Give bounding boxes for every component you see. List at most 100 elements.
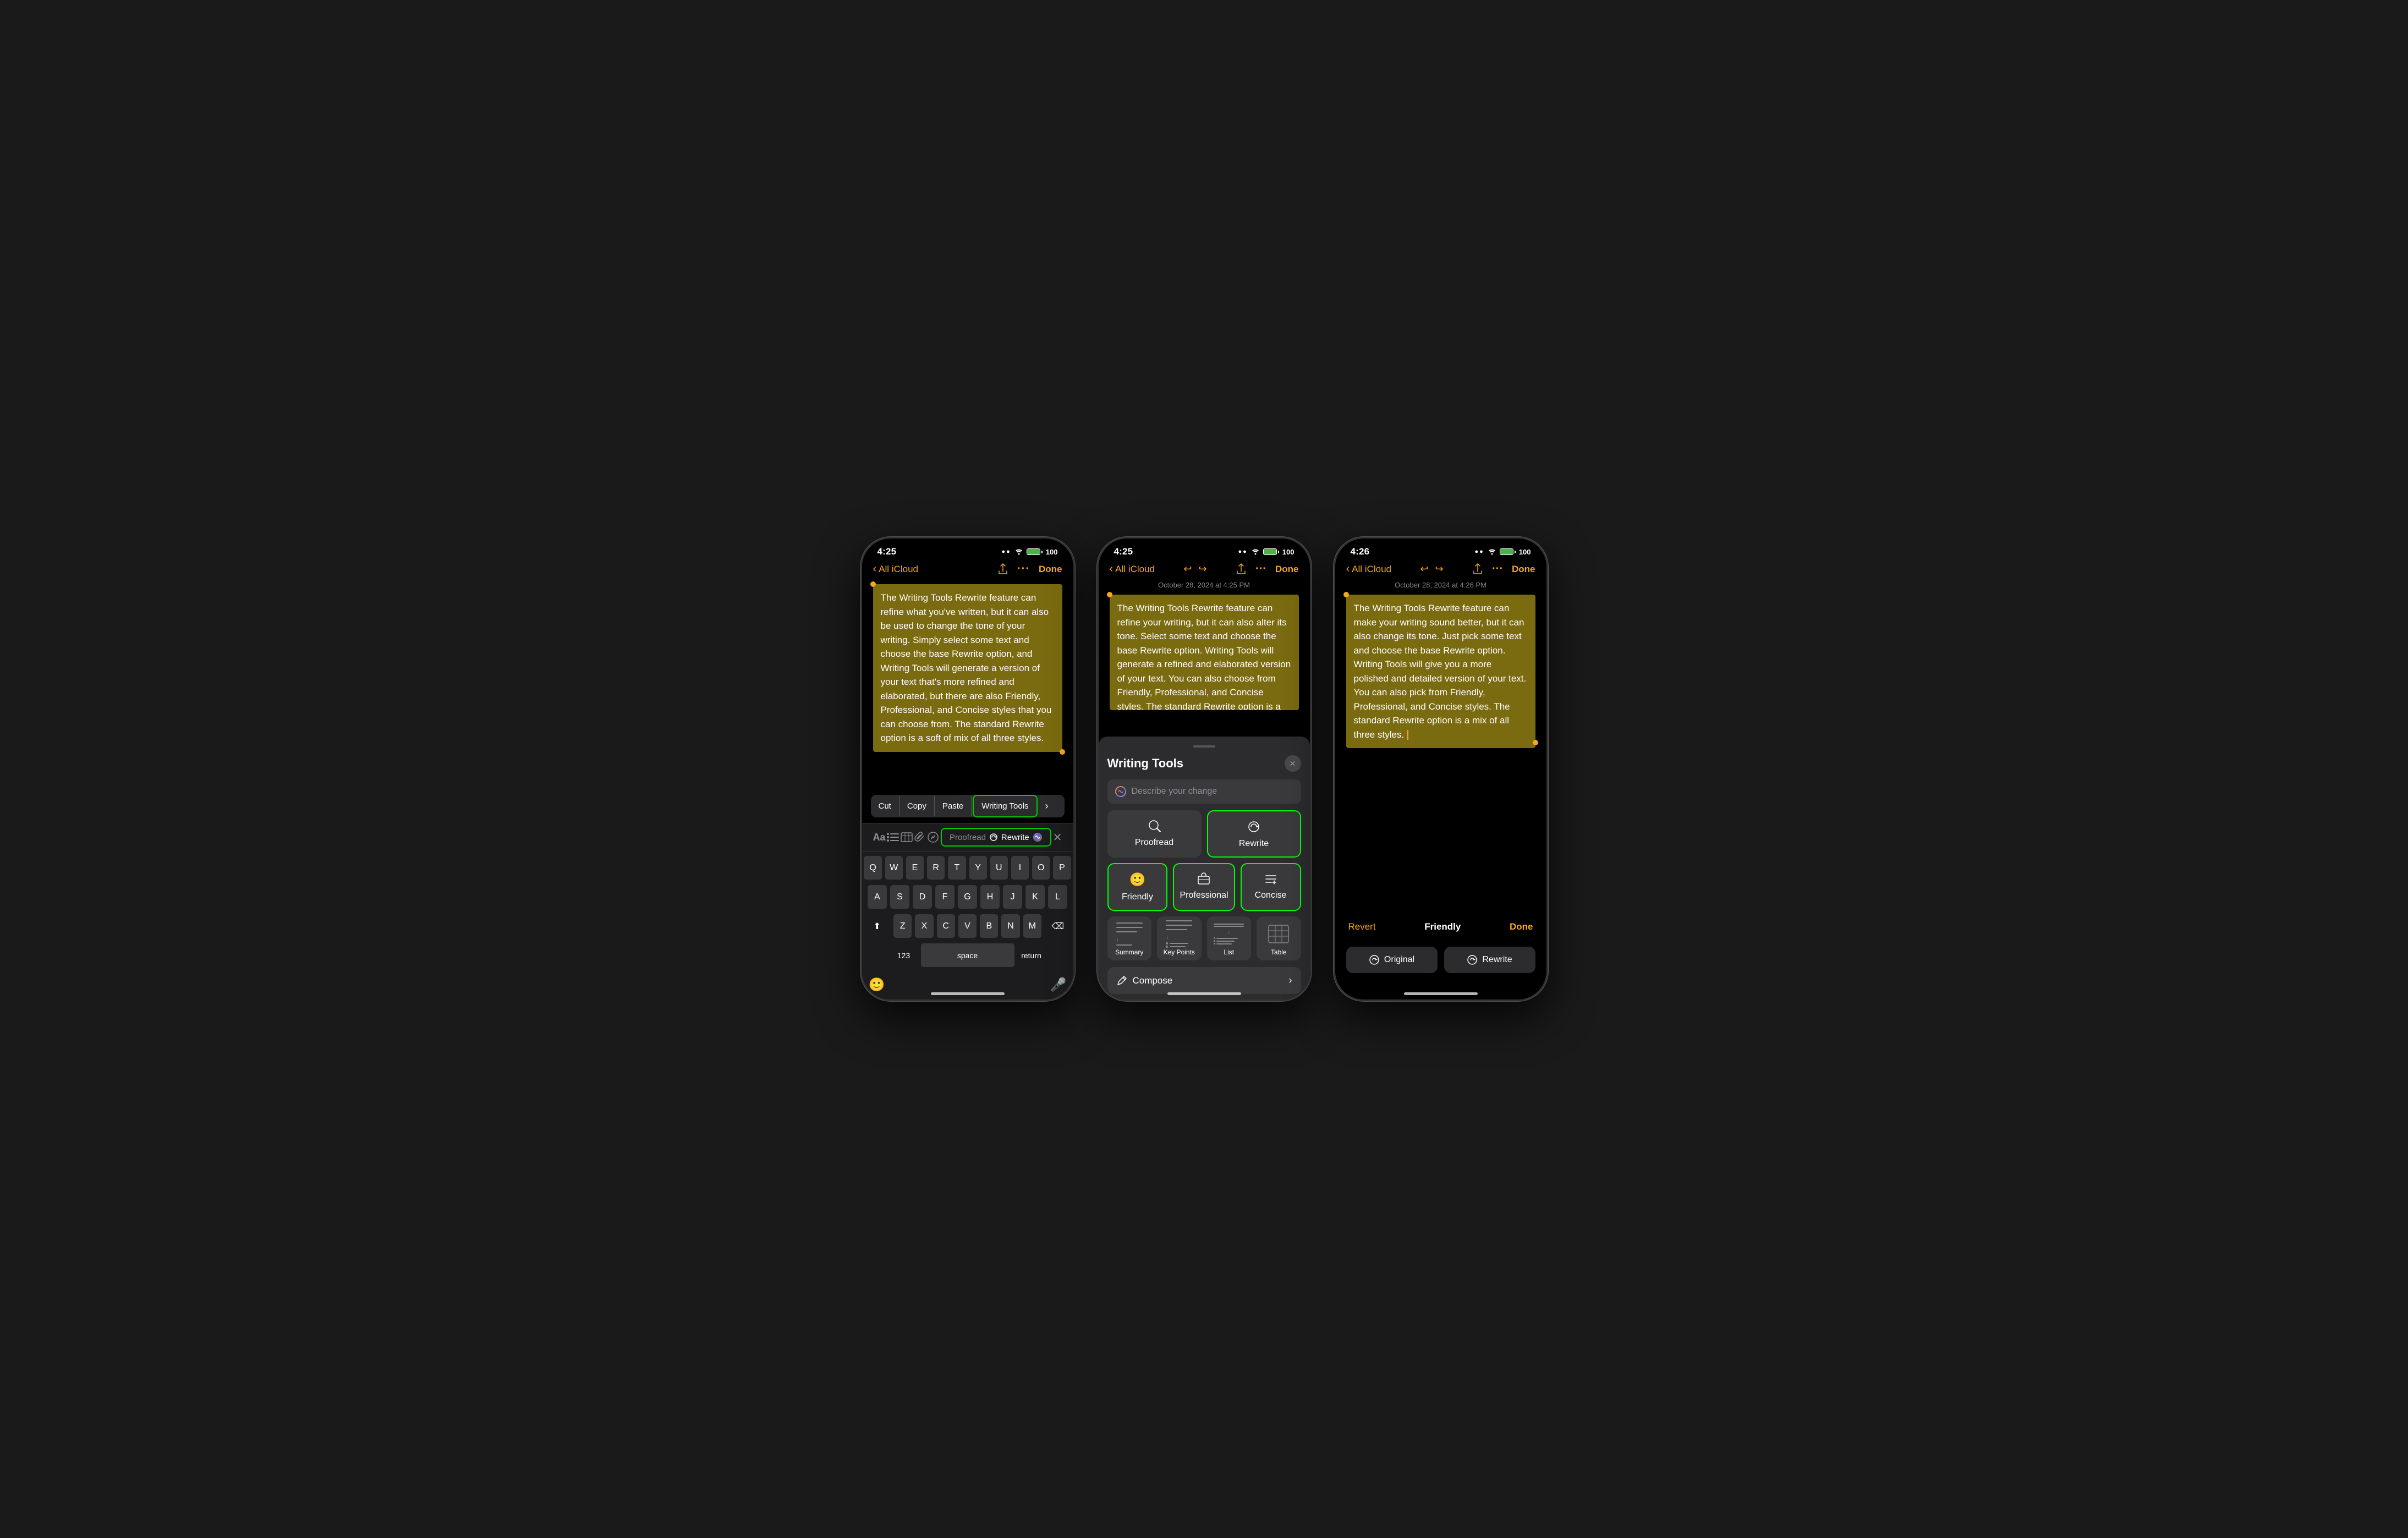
toolbar-1: Aa bbox=[862, 823, 1073, 852]
key-return[interactable]: return bbox=[1018, 943, 1045, 967]
context-paste-1[interactable]: Paste bbox=[935, 796, 972, 816]
key-v[interactable]: V bbox=[958, 914, 977, 938]
undo-icon-2[interactable]: ↩ bbox=[1183, 563, 1192, 575]
context-copy-1[interactable]: Copy bbox=[899, 796, 935, 816]
key-t[interactable]: T bbox=[948, 856, 966, 880]
more-icon-2[interactable]: ··· bbox=[1255, 563, 1266, 575]
status-icons-1: ●●●● 100 bbox=[992, 548, 1057, 556]
tools-tone-grid-2: 🙂 Friendly Professional bbox=[1107, 863, 1301, 911]
rewrite-label-1[interactable]: Rewrite bbox=[1001, 833, 1029, 842]
text-area-3: The Writing Tools Rewrite feature can ma… bbox=[1335, 595, 1546, 748]
aa-icon-1: Aa bbox=[873, 832, 886, 843]
home-indicator-3 bbox=[1404, 992, 1478, 995]
attach-icon-1[interactable] bbox=[914, 831, 925, 843]
key-l[interactable]: L bbox=[1048, 885, 1067, 909]
done-button-1[interactable]: Done bbox=[1039, 564, 1062, 575]
list-label-2: List bbox=[1224, 948, 1234, 956]
proofread-button-2[interactable]: Proofread bbox=[1107, 810, 1202, 858]
more-icon-3[interactable]: ··· bbox=[1492, 563, 1503, 575]
context-cut-1[interactable]: Cut bbox=[871, 796, 899, 816]
list-button-2[interactable]: ↓ List bbox=[1207, 916, 1252, 960]
professional-icon-2 bbox=[1197, 872, 1211, 886]
key-a[interactable]: A bbox=[868, 885, 887, 909]
key-e[interactable]: E bbox=[906, 856, 924, 880]
status-icons-3: ●●●● 100 bbox=[1465, 548, 1531, 556]
back-button-1[interactable]: ‹ All iCloud bbox=[873, 563, 918, 575]
back-label-2[interactable]: All iCloud bbox=[1115, 564, 1155, 575]
back-button-3[interactable]: ‹ All iCloud bbox=[1346, 563, 1391, 575]
key-points-label-2: Key Points bbox=[1164, 948, 1195, 956]
text-block-2[interactable]: The Writing Tools Rewrite feature can re… bbox=[1110, 595, 1299, 710]
share-icon-1[interactable] bbox=[997, 563, 1008, 575]
professional-button-2[interactable]: Professional bbox=[1173, 863, 1235, 911]
rewrite-btn-3[interactable]: Rewrite bbox=[1444, 947, 1535, 973]
key-points-button-2[interactable]: ↓ Key Points bbox=[1157, 916, 1202, 960]
rewrite-button-2[interactable]: Rewrite bbox=[1207, 810, 1301, 858]
text-block-3[interactable]: The Writing Tools Rewrite feature can ma… bbox=[1346, 595, 1535, 748]
describe-input-2[interactable]: Describe your change bbox=[1107, 779, 1301, 804]
time-1: 4:25 bbox=[877, 546, 897, 557]
concise-button-2[interactable]: Concise bbox=[1241, 863, 1301, 911]
key-delete[interactable]: ⌫ bbox=[1045, 914, 1071, 938]
context-writing-tools-1[interactable]: Writing Tools bbox=[973, 795, 1037, 817]
key-h[interactable]: H bbox=[980, 885, 1000, 909]
key-u[interactable]: U bbox=[990, 856, 1008, 880]
original-button-3[interactable]: Original bbox=[1346, 947, 1438, 973]
key-s[interactable]: S bbox=[890, 885, 909, 909]
back-chevron-2: ‹ bbox=[1110, 563, 1114, 575]
back-label-1[interactable]: All iCloud bbox=[879, 564, 918, 575]
key-q[interactable]: Q bbox=[864, 856, 881, 880]
compose-label-2: Compose bbox=[1133, 975, 1173, 986]
markup-icon-1[interactable] bbox=[927, 831, 939, 843]
proofread-label-1[interactable]: Proofread bbox=[950, 833, 986, 842]
table-button-2[interactable]: Table bbox=[1257, 916, 1301, 960]
share-icon-2[interactable] bbox=[1236, 563, 1247, 575]
done-button-3[interactable]: Done bbox=[1512, 564, 1535, 575]
undo-icon-3[interactable]: ↩ bbox=[1420, 563, 1428, 575]
redo-icon-3[interactable]: ↪ bbox=[1435, 563, 1444, 575]
key-z[interactable]: Z bbox=[893, 914, 912, 938]
key-o[interactable]: O bbox=[1032, 856, 1050, 880]
key-k[interactable]: K bbox=[1025, 885, 1045, 909]
key-space[interactable]: space bbox=[921, 943, 1014, 967]
key-d[interactable]: D bbox=[913, 885, 932, 909]
compose-button-2[interactable]: Compose › bbox=[1107, 967, 1301, 994]
dynamic-island-2 bbox=[1171, 546, 1237, 564]
close-keyboard-icon-1[interactable]: ✕ bbox=[1053, 831, 1062, 844]
emoji-button-1[interactable]: 🙂 bbox=[869, 977, 885, 993]
done-button-bottom-3[interactable]: Done bbox=[1510, 921, 1533, 932]
key-b[interactable]: B bbox=[980, 914, 998, 938]
key-m[interactable]: M bbox=[1023, 914, 1041, 938]
redo-icon-2[interactable]: ↪ bbox=[1199, 563, 1207, 575]
context-arrow-1[interactable]: › bbox=[1039, 795, 1055, 817]
key-c[interactable]: C bbox=[937, 914, 955, 938]
more-icon-1[interactable]: ··· bbox=[1017, 563, 1030, 575]
key-w[interactable]: W bbox=[885, 856, 903, 880]
key-123[interactable]: 123 bbox=[890, 943, 918, 967]
back-label-3[interactable]: All iCloud bbox=[1352, 564, 1391, 575]
revert-button-3[interactable]: Revert bbox=[1348, 921, 1376, 932]
key-r[interactable]: R bbox=[927, 856, 945, 880]
key-g[interactable]: G bbox=[958, 885, 977, 909]
key-p[interactable]: P bbox=[1053, 856, 1071, 880]
close-sheet-button-2[interactable]: ✕ bbox=[1285, 755, 1301, 772]
key-shift[interactable]: ⬆ bbox=[864, 914, 890, 938]
share-icon-3[interactable] bbox=[1472, 563, 1483, 575]
text-block-1[interactable]: The Writing Tools Rewrite feature can re… bbox=[873, 584, 1062, 752]
key-j[interactable]: J bbox=[1003, 885, 1022, 909]
mic-button-1[interactable]: 🎤 bbox=[1050, 977, 1067, 993]
friendly-button-2[interactable]: 🙂 Friendly bbox=[1107, 863, 1168, 911]
key-i[interactable]: I bbox=[1011, 856, 1029, 880]
dynamic-island-3 bbox=[1408, 546, 1474, 564]
list-icon-1[interactable] bbox=[887, 832, 899, 842]
key-y[interactable]: Y bbox=[969, 856, 987, 880]
done-button-2[interactable]: Done bbox=[1275, 564, 1299, 575]
summary-button-2[interactable]: ↓ Summary bbox=[1107, 916, 1152, 960]
rewrite-label-3: Rewrite bbox=[1482, 955, 1512, 965]
key-n[interactable]: N bbox=[1001, 914, 1019, 938]
key-x[interactable]: X bbox=[915, 914, 933, 938]
sheet-handle-2 bbox=[1193, 745, 1215, 748]
key-f[interactable]: F bbox=[935, 885, 955, 909]
back-button-2[interactable]: ‹ All iCloud bbox=[1110, 563, 1155, 575]
table-icon-1[interactable] bbox=[901, 832, 913, 842]
